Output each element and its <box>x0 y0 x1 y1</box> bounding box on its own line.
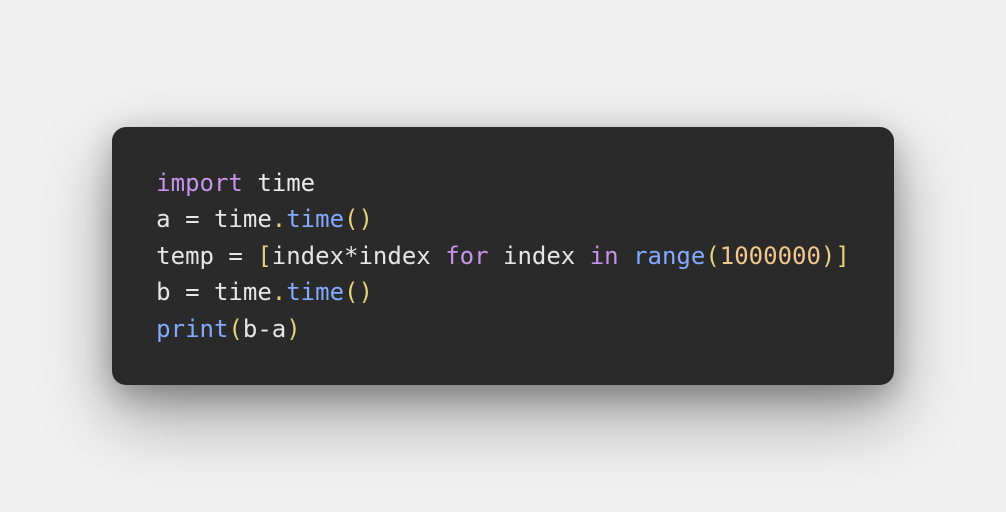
code-token: = <box>185 205 199 233</box>
code-token: () <box>344 278 373 306</box>
code-token: time <box>200 205 272 233</box>
code-token: time <box>257 169 315 197</box>
code-token: )] <box>821 242 850 270</box>
code-token: [ <box>257 242 271 270</box>
code-token: b <box>156 278 185 306</box>
code-token <box>243 169 257 197</box>
code-token: print <box>156 315 228 343</box>
code-token <box>243 242 257 270</box>
code-token: = <box>228 242 242 270</box>
code-token: . <box>272 205 286 233</box>
code-token: = <box>185 278 199 306</box>
code-token <box>619 242 633 270</box>
code-token: index <box>358 242 445 270</box>
code-token: - <box>257 315 271 343</box>
code-token: a <box>156 205 185 233</box>
code-token: temp <box>156 242 228 270</box>
stage: import time a = time.time() temp = [inde… <box>0 0 1006 512</box>
code-token: index <box>489 242 590 270</box>
code-token: a <box>272 315 286 343</box>
code-token: b <box>243 315 257 343</box>
code-token: () <box>344 205 373 233</box>
code-token: index <box>272 242 344 270</box>
code-content: import time a = time.time() temp = [inde… <box>156 165 850 347</box>
code-token: for <box>445 242 488 270</box>
code-token: . <box>272 278 286 306</box>
code-token: range <box>633 242 705 270</box>
code-token: time <box>286 278 344 306</box>
code-token: import <box>156 169 243 197</box>
code-token: * <box>344 242 358 270</box>
code-token: in <box>590 242 619 270</box>
code-token: time <box>286 205 344 233</box>
code-token: ) <box>286 315 300 343</box>
code-token: time <box>200 278 272 306</box>
code-token: ( <box>228 315 242 343</box>
code-block: import time a = time.time() temp = [inde… <box>112 127 894 385</box>
code-token: ( <box>705 242 719 270</box>
code-token: 1000000 <box>720 242 821 270</box>
